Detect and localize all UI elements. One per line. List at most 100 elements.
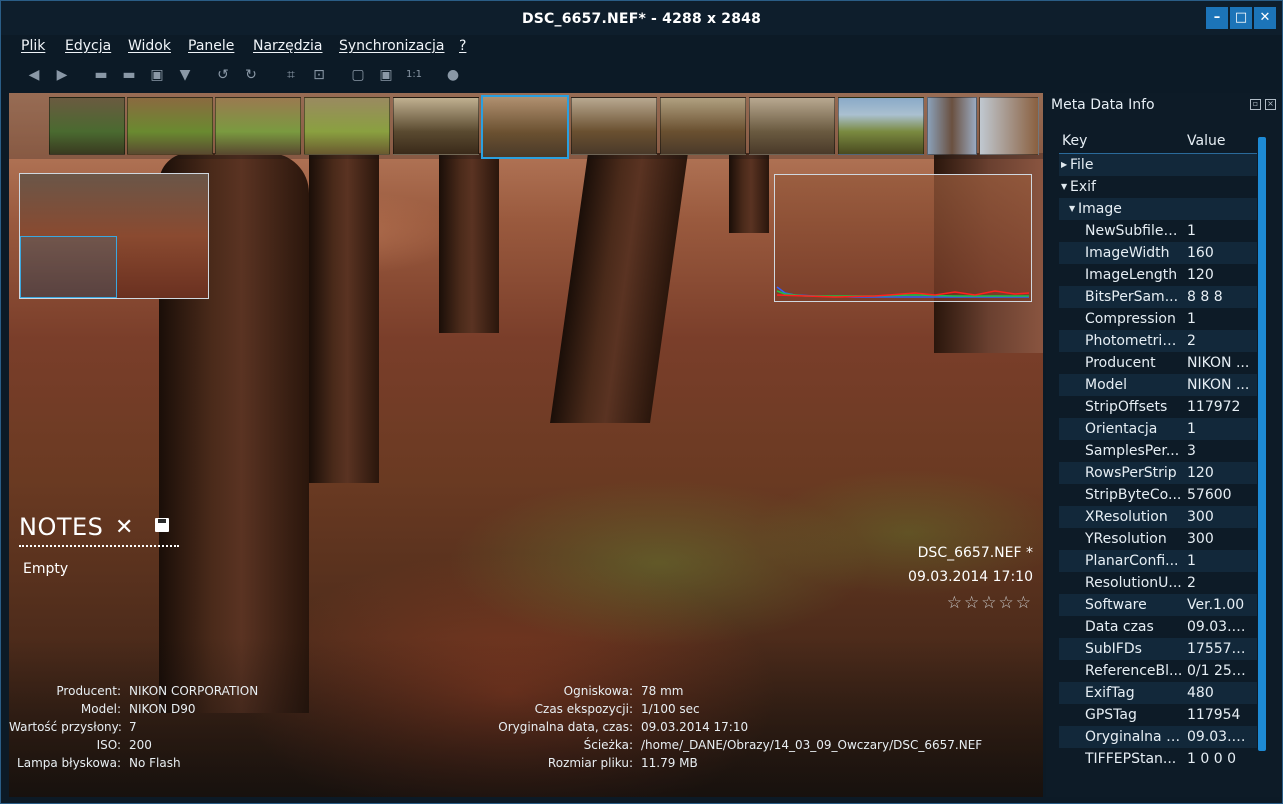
back-icon[interactable]: ◀ [25,66,43,84]
tree-row[interactable]: Photometric... 2 [1059,330,1257,352]
minimize-button[interactable]: – [1206,7,1228,29]
zoom-region-icon[interactable]: ⊡ [310,66,328,84]
thumbnail[interactable] [749,97,835,155]
tree-row[interactable]: StripByteCo... 57600 [1059,484,1257,506]
file-info-overlay: DSC_6657.NEF * 09.03.2014 17:10 ☆☆☆☆☆ [908,545,1033,621]
tree-row[interactable]: SamplesPer... 3 [1059,440,1257,462]
tree-row[interactable]: StripOffsets 117972 [1059,396,1257,418]
maximize-button[interactable]: □ [1230,7,1252,29]
tree-key: Photometric... [1085,333,1183,349]
filter-icon[interactable]: ▼ [176,66,194,84]
thumbnail[interactable] [393,97,479,155]
thumbnail[interactable] [571,97,657,155]
menu-synchronizacja[interactable]: Synchronizacja [339,38,445,54]
thumbnail[interactable] [927,97,977,155]
tree-row[interactable]: Producent NIKON ... [1059,352,1257,374]
navigator-preview[interactable] [19,173,209,299]
open-folder-icon[interactable]: ▬ [92,66,110,84]
tree-row[interactable]: Orientacja 1 [1059,418,1257,440]
tree-value: 1 [1187,311,1196,327]
menu-widok[interactable]: Widok [128,38,171,54]
tree-row[interactable]: XResolution 300 [1059,506,1257,528]
thumbnail[interactable] [660,97,746,155]
tree-key: Orientacja [1085,421,1158,437]
menu-help[interactable]: ? [459,38,466,54]
tree-row[interactable]: Data czas 09.03.2... [1059,616,1257,638]
tree-row[interactable]: ImageWidth 160 [1059,242,1257,264]
menu-plik[interactable]: Plik [21,38,45,54]
expand-right-icon[interactable]: ▶ [1061,154,1067,176]
tree-row[interactable]: BitsPerSam... 8 8 8 [1059,286,1257,308]
metadata-tree[interactable]: Key Value ▶ File ▼ Exif ▼ Image NewSubfileT...… [1059,129,1257,797]
column-value-header[interactable]: Value [1187,129,1225,153]
tree-row[interactable]: Model NIKON ... [1059,374,1257,396]
tree-row[interactable]: GPSTag 117954 [1059,704,1257,726]
tree-row[interactable]: SubIFDs 175572 ... [1059,638,1257,660]
file-date: 09.03.2014 17:10 [908,569,1033,585]
tree-value: 120 [1187,465,1214,481]
menu-panele[interactable]: Panele [188,38,234,54]
tree-row[interactable]: ExifTag 480 [1059,682,1257,704]
tree-row[interactable]: Compression 1 [1059,308,1257,330]
save-icon[interactable]: ▣ [148,66,166,84]
thumbnail[interactable] [838,97,924,155]
thumbnail[interactable] [127,97,213,155]
thumbnail[interactable] [215,97,301,155]
tree-row[interactable]: NewSubfileT... 1 [1059,220,1257,242]
folder-icon[interactable]: ▬ [120,66,138,84]
close-panel-icon[interactable]: × [1265,99,1276,110]
rating-stars[interactable]: ☆☆☆☆☆ [908,593,1033,613]
forward-icon[interactable]: ▶ [53,66,71,84]
tree-row[interactable]: ReferenceBl... 0/1 255... [1059,660,1257,682]
close-icon[interactable]: ✕ [115,515,133,540]
crop-icon[interactable]: ⌗ [282,66,300,84]
tree-row[interactable]: TIFFEPStan... 1 0 0 0 [1059,748,1257,770]
tree-key: ReferenceBl... [1085,663,1183,679]
tree-key: ImageLength [1085,267,1178,283]
notes-divider [19,545,179,547]
close-button[interactable]: ✕ [1254,7,1276,29]
thumbnail[interactable] [979,97,1039,155]
tree-row[interactable]: Software Ver.1.00 [1059,594,1257,616]
actual-size-icon[interactable]: 1:1 [405,66,423,84]
tree-row[interactable]: PlanarConfi... 1 [1059,550,1257,572]
tree-header: Key Value [1059,129,1257,154]
menu-narzedzia[interactable]: Narzędzia [253,38,322,54]
thumbnail[interactable] [304,97,390,155]
expand-down-icon[interactable]: ▼ [1061,176,1067,198]
tree-key: RowsPerStrip [1085,465,1177,481]
menu-edycja[interactable]: Edycja [65,38,111,54]
fit-icon[interactable]: ▢ [349,66,367,84]
tree-row[interactable]: Oryginalna d... 09.03.2... [1059,726,1257,748]
tree-value: 09.03.2... [1187,729,1253,745]
tree-scrollbar[interactable] [1258,137,1266,751]
expand-down-icon[interactable]: ▼ [1069,198,1075,220]
image-viewer[interactable]: NOTES ✕ Empty DSC_6657.NEF * 09.03.2014 … [9,93,1043,797]
float-panel-icon[interactable]: ▫ [1250,99,1261,110]
toolbar: ◀ ▶ ▬ ▬ ▣ ▼ ↺ ↻ ⌗ ⊡ ▢ ▣ 1:1 ● [1,61,1282,91]
tree-row[interactable]: YResolution 300 [1059,528,1257,550]
fullscreen-icon[interactable]: ▣ [377,66,395,84]
save-icon[interactable] [155,518,169,532]
tree-row[interactable]: ResolutionU... 2 [1059,572,1257,594]
globe-icon[interactable]: ● [444,66,462,84]
notes-content[interactable]: Empty [23,561,189,577]
rotate-right-icon[interactable]: ↻ [242,66,260,84]
thumbnail-selected[interactable] [481,95,569,159]
menu-bar: Plik Edycja Widok Panele Narzędzia Synch… [1,35,1282,59]
notes-panel: NOTES ✕ Empty [19,513,189,577]
tree-value: 1 [1187,421,1196,437]
thumbnail[interactable] [49,97,125,155]
title-bar[interactable]: DSC_6657.NEF* - 4288 x 2848 – □ ✕ [1,1,1282,35]
tree-row[interactable]: RowsPerStrip 120 [1059,462,1257,484]
navigator-viewport-rect[interactable] [20,236,117,298]
tree-row[interactable]: ▼ Exif [1059,176,1257,198]
tree-row[interactable]: ▶ File [1059,154,1257,176]
column-key-header[interactable]: Key [1062,129,1087,153]
tree-value: 0/1 255... [1187,663,1253,679]
tree-row[interactable]: ImageLength 120 [1059,264,1257,286]
photo-trunk [550,153,688,423]
tree-value: 300 [1187,531,1214,547]
rotate-left-icon[interactable]: ↺ [214,66,232,84]
tree-row[interactable]: ▼ Image [1059,198,1257,220]
